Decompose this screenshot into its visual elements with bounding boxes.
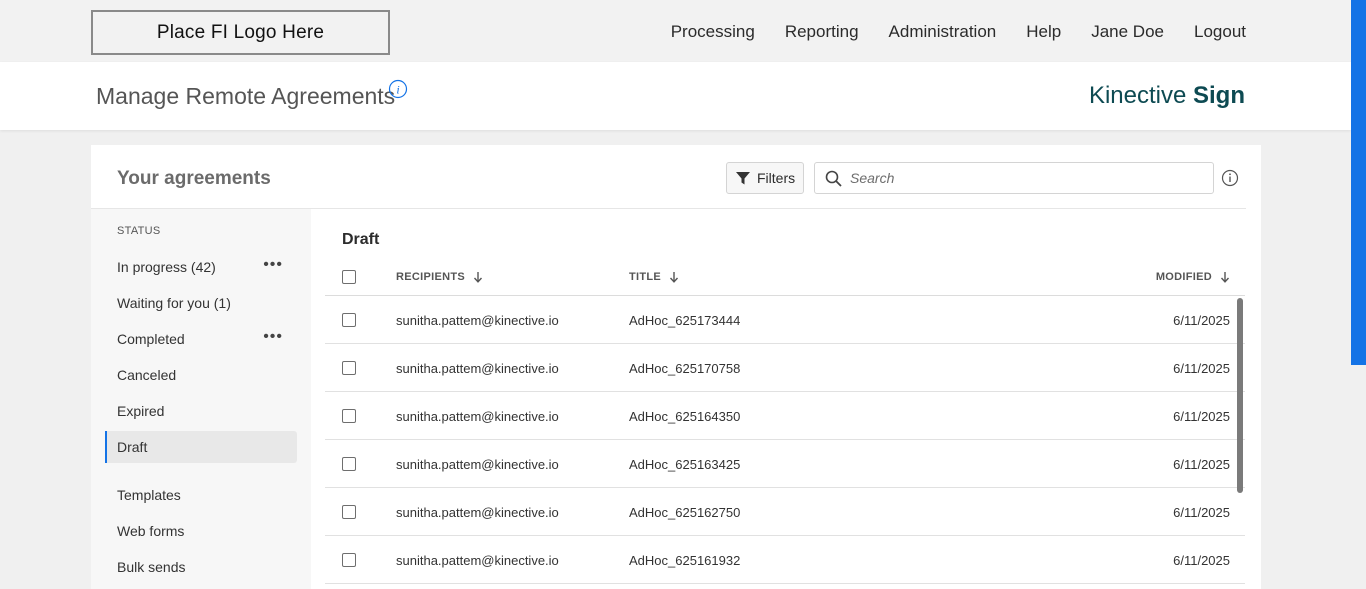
column-header-label: MODIFIED xyxy=(1155,271,1212,283)
page-title: Manage Remote Agreements xyxy=(96,83,396,109)
table-row[interactable]: sunitha.pattem@kinective.io AdHoc_625163… xyxy=(325,440,1245,488)
page-header: Manage Remote Agreements i Kinective Sig… xyxy=(0,62,1351,130)
sidebar-item-label: Templates xyxy=(117,487,181,503)
title-cell[interactable]: AdHoc_625163425 xyxy=(629,457,740,472)
section-title: Draft xyxy=(342,231,380,248)
sidebar-item-label: Bulk sends xyxy=(117,559,186,575)
table-scrollbar-thumb[interactable] xyxy=(1237,298,1243,493)
recipient-cell: sunitha.pattem@kinective.io xyxy=(396,553,559,568)
more-options-icon[interactable]: ••• xyxy=(263,329,283,345)
agreements-card: Your agreements Filters STATUS In progre… xyxy=(91,145,1261,589)
status-heading: STATUS xyxy=(117,225,161,237)
row-checkbox[interactable] xyxy=(342,361,356,375)
recipient-cell: sunitha.pattem@kinective.io xyxy=(396,505,559,520)
modified-cell: 6/11/2025 xyxy=(1173,553,1230,568)
row-checkbox[interactable] xyxy=(342,313,356,327)
sidebar-item-expired[interactable]: Expired xyxy=(105,395,297,427)
nav-reporting[interactable]: Reporting xyxy=(785,22,859,42)
search-icon xyxy=(825,170,842,187)
recipient-cell: sunitha.pattem@kinective.io xyxy=(396,409,559,424)
column-header-recipients[interactable]: RECIPIENTS xyxy=(396,271,483,283)
column-header-modified[interactable]: MODIFIED xyxy=(1156,271,1230,283)
row-checkbox[interactable] xyxy=(342,457,356,471)
info-icon[interactable]: i xyxy=(388,79,408,99)
sort-down-arrow-icon xyxy=(1220,272,1230,283)
sidebar-item-label: Canceled xyxy=(117,367,177,383)
recipient-cell: sunitha.pattem@kinective.io xyxy=(396,313,559,328)
svg-text:i: i xyxy=(396,83,399,97)
modified-cell: 6/11/2025 xyxy=(1173,361,1230,376)
search-field[interactable] xyxy=(814,162,1214,194)
title-cell[interactable]: AdHoc_625173444 xyxy=(629,313,740,328)
search-input[interactable] xyxy=(850,170,1190,186)
sort-down-arrow-icon xyxy=(474,272,483,283)
sidebar-item-label: Waiting for you (1) xyxy=(117,295,231,311)
row-checkbox[interactable] xyxy=(342,505,356,519)
sidebar-item-draft[interactable]: Draft xyxy=(105,431,297,463)
sidebar-item-label: In progress (42) xyxy=(117,259,216,275)
search-info-icon[interactable] xyxy=(1221,169,1239,187)
select-all-checkbox[interactable] xyxy=(342,270,356,284)
sidebar-item-canceled[interactable]: Canceled xyxy=(105,359,297,391)
title-cell[interactable]: AdHoc_625164350 xyxy=(629,409,740,424)
more-options-icon[interactable]: ••• xyxy=(263,257,283,273)
sidebar-item-label: Web forms xyxy=(117,523,185,539)
brand-logo: Kinective Sign xyxy=(1089,82,1245,110)
modified-cell: 6/11/2025 xyxy=(1173,457,1230,472)
nav-processing[interactable]: Processing xyxy=(671,22,755,42)
page-scrollbar-thumb[interactable] xyxy=(1351,0,1366,365)
status-sidebar: STATUS In progress (42) ••• Waiting for … xyxy=(91,209,311,589)
sidebar-item-label: Draft xyxy=(117,439,148,455)
nav-logout[interactable]: Logout xyxy=(1194,22,1246,42)
sidebar-item-label: Completed xyxy=(117,331,185,347)
table-row[interactable]: sunitha.pattem@kinective.io AdHoc_625161… xyxy=(325,536,1245,584)
table-row[interactable]: sunitha.pattem@kinective.io AdHoc_625173… xyxy=(325,296,1245,344)
card-header: Your agreements Filters xyxy=(91,145,1246,209)
table-row[interactable]: sunitha.pattem@kinective.io AdHoc_625162… xyxy=(325,488,1245,536)
sidebar-item-label: Expired xyxy=(117,403,165,419)
brand-name-bold: Sign xyxy=(1193,82,1245,109)
table-row[interactable]: sunitha.pattem@kinective.io AdHoc_625164… xyxy=(325,392,1245,440)
nav-user-name[interactable]: Jane Doe xyxy=(1091,22,1164,42)
main-nav: Processing Reporting Administration Help… xyxy=(671,22,1246,42)
modified-cell: 6/11/2025 xyxy=(1173,313,1230,328)
title-cell[interactable]: AdHoc_625162750 xyxy=(629,505,740,520)
row-checkbox[interactable] xyxy=(342,553,356,567)
title-cell[interactable]: AdHoc_625170758 xyxy=(629,361,740,376)
nav-help[interactable]: Help xyxy=(1026,22,1061,42)
filters-button[interactable]: Filters xyxy=(726,162,804,194)
filters-label: Filters xyxy=(757,170,796,186)
sort-down-arrow-icon xyxy=(670,272,679,283)
column-header-label: RECIPIENTS xyxy=(396,271,466,283)
nav-administration[interactable]: Administration xyxy=(889,22,997,42)
modified-cell: 6/11/2025 xyxy=(1173,505,1230,520)
column-header-label: TITLE xyxy=(629,271,662,283)
fi-logo-placeholder[interactable]: Place FI Logo Here xyxy=(91,10,390,55)
recipient-cell: sunitha.pattem@kinective.io xyxy=(396,457,559,472)
modified-cell: 6/11/2025 xyxy=(1173,409,1230,424)
table-row[interactable]: sunitha.pattem@kinective.io AdHoc_625170… xyxy=(325,344,1245,392)
recipient-cell: sunitha.pattem@kinective.io xyxy=(396,361,559,376)
top-navigation-bar: Place FI Logo Here Processing Reporting … xyxy=(0,0,1351,62)
table-header-row: RECIPIENTS TITLE MODIFIED xyxy=(325,258,1245,296)
agreements-heading: Your agreements xyxy=(117,168,271,189)
sidebar-item-waiting-for-you[interactable]: Waiting for you (1) xyxy=(105,287,297,319)
brand-name-light: Kinective xyxy=(1088,82,1187,109)
sidebar-item-completed[interactable]: Completed ••• xyxy=(105,323,297,355)
sidebar-item-bulk-sends[interactable]: Bulk sends xyxy=(105,551,297,583)
sidebar-item-web-forms[interactable]: Web forms xyxy=(105,515,297,547)
filter-icon xyxy=(736,172,750,185)
title-cell[interactable]: AdHoc_625161932 xyxy=(629,553,740,568)
row-checkbox[interactable] xyxy=(342,409,356,423)
sidebar-item-templates[interactable]: Templates xyxy=(105,479,297,511)
column-header-title[interactable]: TITLE xyxy=(629,271,679,283)
sidebar-item-in-progress[interactable]: In progress (42) ••• xyxy=(105,251,297,283)
